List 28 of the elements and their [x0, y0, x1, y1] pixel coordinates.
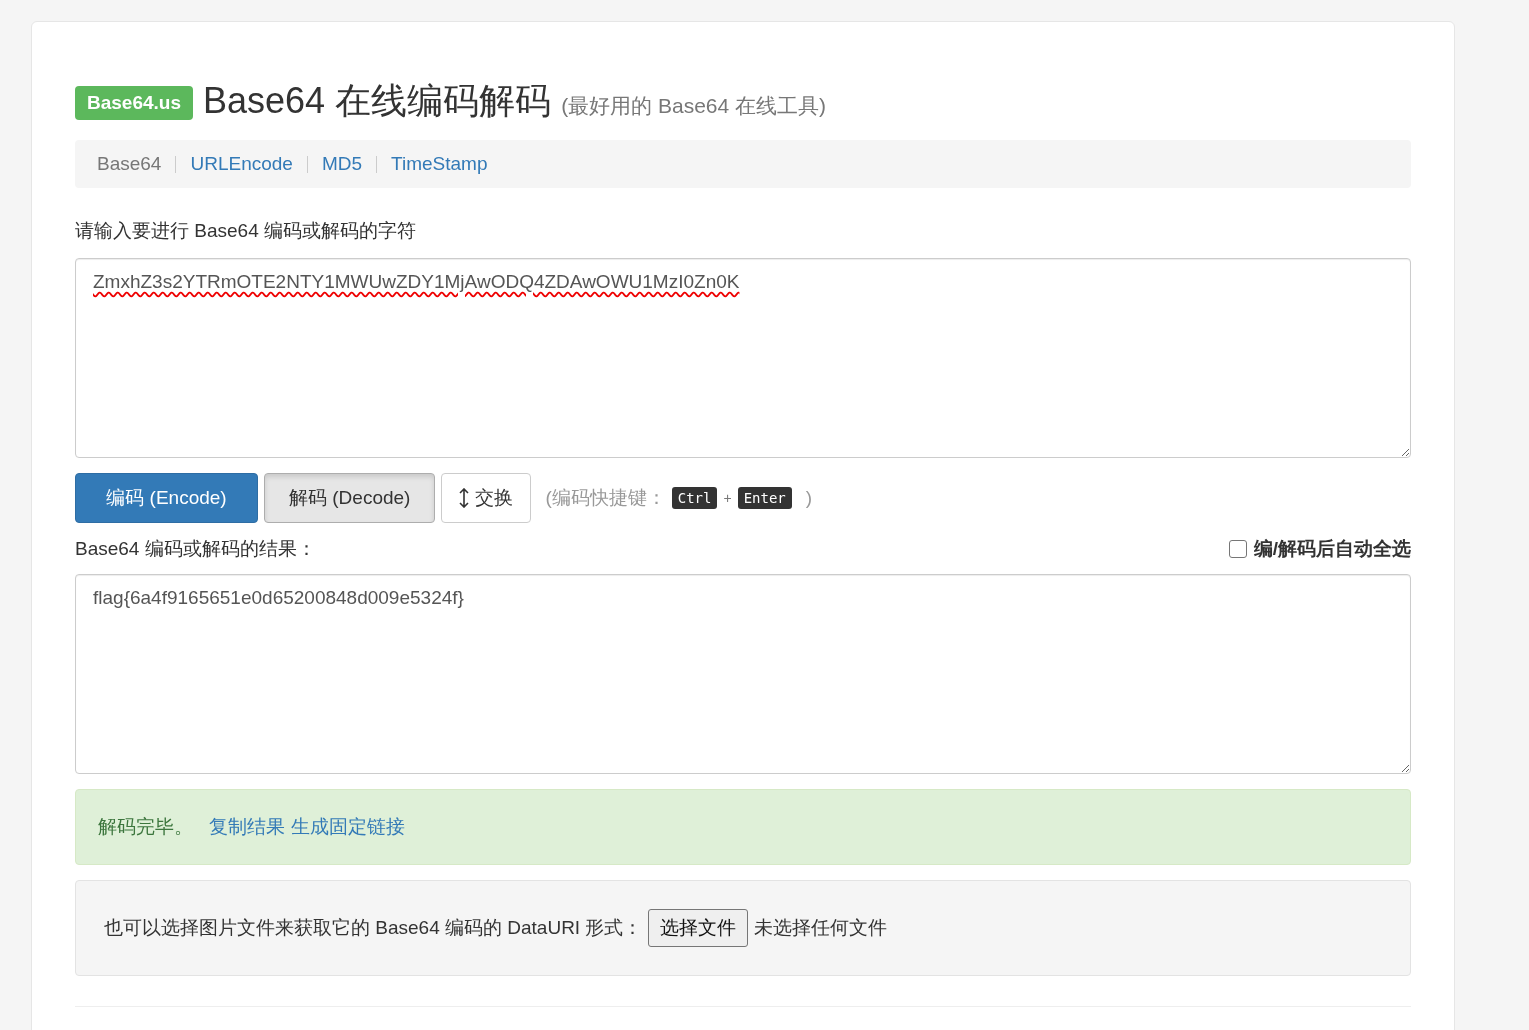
file-status: 未选择任何文件 [754, 916, 888, 940]
file-label: 也可以选择图片文件来获取它的 Base64 编码的 DataURI 形式： [104, 916, 643, 940]
output-field[interactable]: flag{6a4f9165651e0d65200848d009e5324f} [75, 574, 1411, 774]
input-label: 请输入要进行 Base64 编码或解码的字符 [75, 219, 417, 243]
input-field[interactable]: ZmxhZ3s2YTRmOTE2NTY1MWUwZDY1MjAwODQ4ZDAwOWU1MzI0Zn0K [75, 258, 1411, 458]
alert-link[interactable]: 复制结果 [209, 814, 285, 840]
page-title: Base64 在线编码解码 [203, 79, 552, 123]
key-label: Ctrl [671, 487, 718, 509]
action-button[interactable]: 解码 (Decode) [264, 473, 436, 523]
alert-message: 解码完毕。 [98, 815, 193, 839]
plus-sign: + [723, 490, 732, 506]
shortcut-hint: (编码快捷键： [545, 486, 666, 510]
up-down-arrow-icon [459, 488, 470, 508]
nav-link[interactable]: TimeStamp [391, 153, 488, 175]
nav-link[interactable]: MD5 [321, 153, 363, 175]
page-subtitle: (最好用的 Base64 在线工具) [561, 93, 826, 119]
key-label: Enter [737, 487, 792, 509]
checkbox[interactable] [1228, 540, 1247, 558]
nav-link[interactable]: URLEncode [190, 153, 293, 175]
checkbox-label: 编/解码后自动全选 [1253, 537, 1411, 561]
shortcut-hint: ) [805, 487, 813, 509]
action-button[interactable]: 编码 (Encode) [75, 473, 258, 523]
action-button[interactable]: 交换 [441, 473, 532, 523]
choose-file-button[interactable]: 选择文件 [648, 909, 749, 947]
output-label: Base64 编码或解码的结果： [75, 537, 316, 561]
alert-link[interactable]: 生成固定链接 [291, 814, 405, 840]
nav-link[interactable]: Base64 [97, 153, 162, 175]
logo-badge: Base64.us [75, 86, 193, 120]
